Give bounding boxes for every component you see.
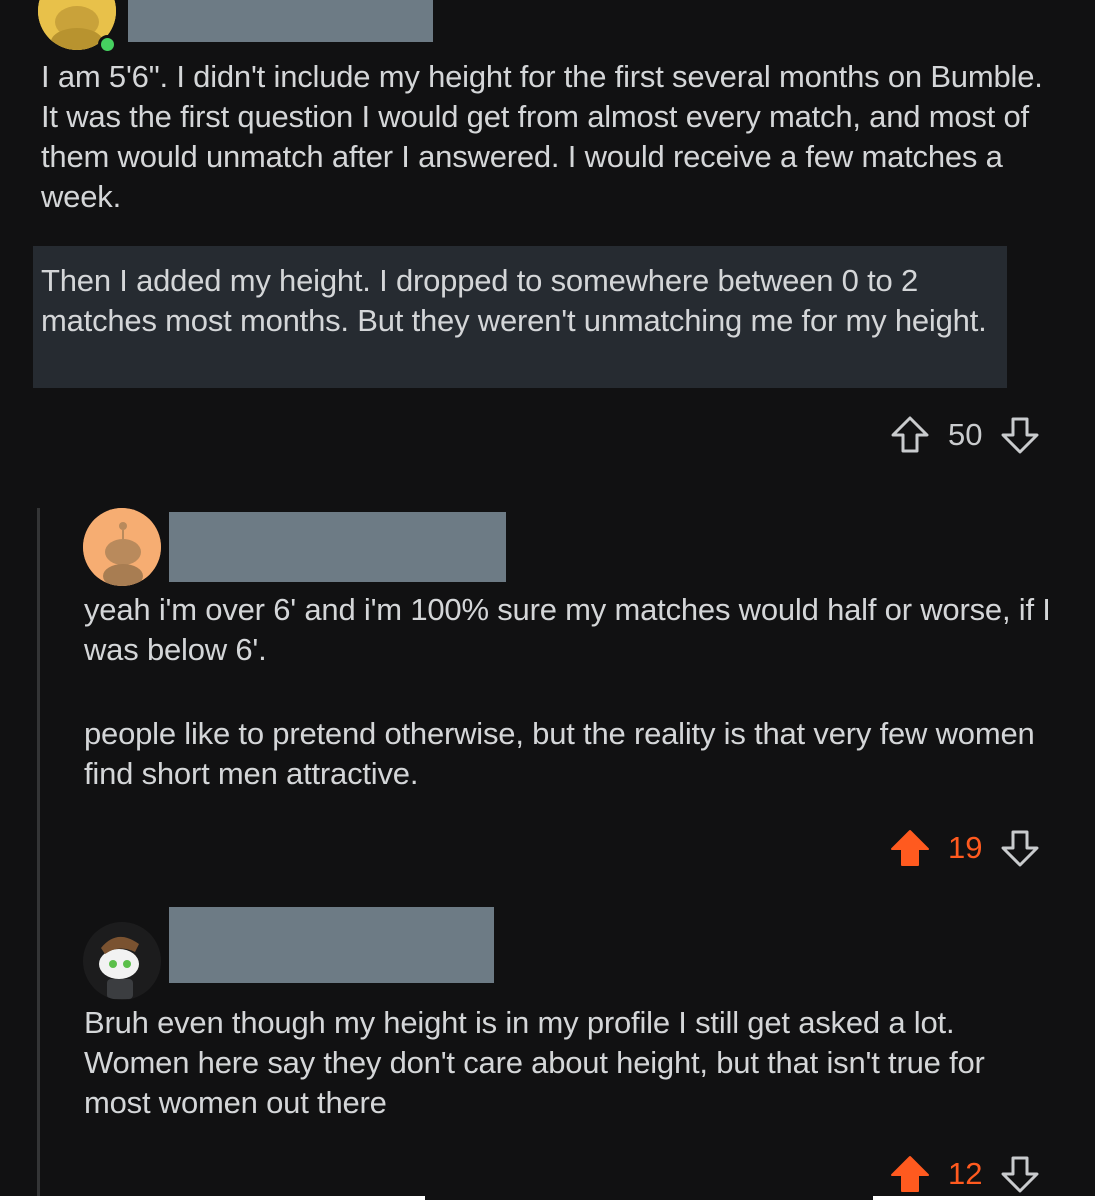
downvote-arrow-icon[interactable] xyxy=(998,1154,1042,1194)
snoo-avatar-icon xyxy=(83,922,161,1000)
upvote-arrow-icon[interactable] xyxy=(888,1154,932,1194)
user-avatar[interactable] xyxy=(83,922,161,1000)
bottom-edge-bar xyxy=(0,1196,425,1200)
bottom-edge-bar xyxy=(873,1196,1095,1200)
vote-controls: 12 xyxy=(888,1152,1042,1196)
comment-paragraph: Bruh even though my height is in my prof… xyxy=(84,1005,985,1120)
username-redacted xyxy=(169,907,494,983)
comment-3: Bruh even though my height is in my prof… xyxy=(0,0,1095,1200)
vote-score: 12 xyxy=(948,1156,983,1191)
